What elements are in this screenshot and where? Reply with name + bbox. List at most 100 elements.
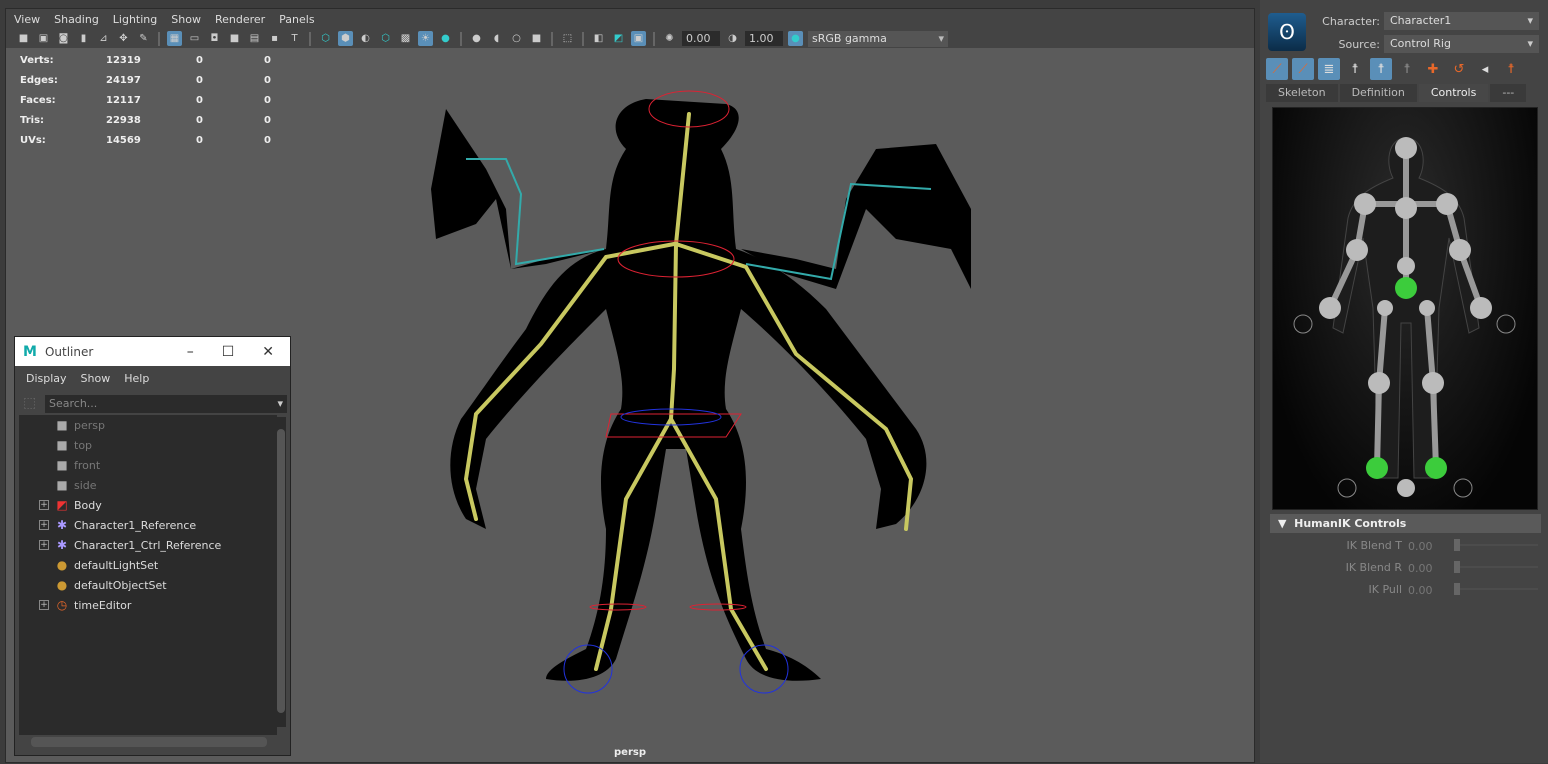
skeleton-rib-icon[interactable]: ≣ <box>1318 58 1340 80</box>
outliner-item[interactable]: ● defaultObjectSet <box>19 575 277 595</box>
shadows-icon[interactable]: ● <box>438 31 453 46</box>
xray-active-icon[interactable]: ◩ <box>611 31 626 46</box>
outliner-item[interactable]: + ◷ timeEditor <box>19 595 277 615</box>
expand-button[interactable]: + <box>39 500 49 510</box>
menu-help[interactable]: Help <box>124 372 149 385</box>
gamma-icon[interactable]: ◑ <box>725 31 740 46</box>
humanik-controls-section[interactable]: ▼ HumanIK Controls <box>1270 514 1541 533</box>
expand-button[interactable]: + <box>39 540 49 550</box>
lock-camera-icon[interactable]: ▣ <box>36 31 51 46</box>
pin-translation-icon[interactable]: ✚ <box>1422 58 1444 80</box>
release-pinning-icon[interactable]: ◂ <box>1474 58 1496 80</box>
scroll-thumb[interactable] <box>277 429 285 713</box>
camera-icon[interactable]: ■ <box>16 31 31 46</box>
safe-title-icon[interactable]: T <box>287 31 302 46</box>
isolate-select-icon[interactable]: ⬚ <box>560 31 575 46</box>
stat-value: 0 <box>264 134 271 146</box>
control-label: IK Blend T <box>1346 539 1403 552</box>
expand-button[interactable]: + <box>39 600 49 610</box>
image-plane-icon[interactable]: ⊿ <box>96 31 111 46</box>
create-skeleton-icon[interactable]: ⟋ <box>1266 58 1288 80</box>
field-chart-icon[interactable]: ▤ <box>247 31 262 46</box>
exposure-icon[interactable]: ✺ <box>662 31 677 46</box>
source-select[interactable]: Control Rig <box>1384 35 1539 53</box>
safe-action-icon[interactable]: ▪ <box>267 31 282 46</box>
wireframe-icon[interactable]: ⬡ <box>318 31 333 46</box>
define-skeleton-icon[interactable]: ⟋ <box>1292 58 1314 80</box>
view-transform-select[interactable]: sRGB gamma <box>808 30 948 47</box>
anti-aliasing-icon[interactable]: ○ <box>509 31 524 46</box>
maximize-button[interactable]: ☐ <box>222 344 235 360</box>
xray-icon[interactable]: ◧ <box>591 31 606 46</box>
outliner-window: M Outliner – ☐ ✕ Display Show Help ⬚ Searc… <box>14 336 291 756</box>
control-value[interactable]: 0.00 <box>1408 562 1433 575</box>
pin-rotation-icon[interactable]: ↺ <box>1448 58 1470 80</box>
menu-panels[interactable]: Panels <box>279 13 314 26</box>
film-gate-icon[interactable]: ▭ <box>187 31 202 46</box>
control-value[interactable]: 0.00 <box>1408 584 1433 597</box>
tab-more[interactable]: --- <box>1490 84 1527 102</box>
full-body-icon[interactable]: ☨ <box>1344 58 1366 80</box>
outliner-item[interactable]: ■ front <box>19 455 277 475</box>
tab-definition[interactable]: Definition <box>1339 84 1417 102</box>
close-button[interactable]: ✕ <box>262 344 274 360</box>
menu-show[interactable]: Show <box>171 13 201 26</box>
depth-of-field-icon[interactable]: ■ <box>529 31 544 46</box>
minimize-button[interactable]: – <box>187 344 194 360</box>
camera-attributes-icon[interactable]: ◙ <box>56 31 71 46</box>
humanik-menu-button[interactable]: ʘ <box>1268 13 1306 51</box>
outliner-title-bar[interactable]: M Outliner – ☐ ✕ <box>15 337 290 366</box>
control-value[interactable]: 0.00 <box>1408 540 1433 553</box>
source-label: Source: <box>1338 38 1381 51</box>
expand-button[interactable]: + <box>39 520 49 530</box>
menu-display[interactable]: Display <box>26 372 67 385</box>
tab-controls[interactable]: Controls <box>1418 84 1489 102</box>
menu-show[interactable]: Show <box>81 372 111 385</box>
selection-icon[interactable]: ☨ <box>1396 58 1418 80</box>
ik-blend-t-row: IK Blend T 0.00 <box>1260 536 1548 556</box>
default-material-icon[interactable]: ◐ <box>358 31 373 46</box>
search-input[interactable]: Search... <box>45 395 287 413</box>
textured-icon[interactable]: ▩ <box>398 31 413 46</box>
resolution-gate-icon[interactable]: ◘ <box>207 31 222 46</box>
menu-lighting[interactable]: Lighting <box>113 13 157 26</box>
character-select[interactable]: Character1 <box>1384 12 1539 30</box>
filter-icon[interactable]: ⬚ <box>23 395 36 411</box>
menu-renderer[interactable]: Renderer <box>215 13 265 26</box>
outliner-item[interactable]: + ✱ Character1_Reference <box>19 515 277 535</box>
body-part-icon[interactable]: ☨ <box>1370 58 1392 80</box>
grid-icon[interactable]: ▦ <box>167 31 182 46</box>
menu-shading[interactable]: Shading <box>54 13 99 26</box>
gate-mask-icon[interactable]: ■ <box>227 31 242 46</box>
xray-joints-icon[interactable]: ▣ <box>631 31 646 46</box>
maya-logo: M <box>23 343 37 360</box>
exposure-field[interactable]: 0.00 <box>682 31 720 46</box>
smooth-shade-icon[interactable]: ⬢ <box>338 31 353 46</box>
grease-pencil-icon[interactable]: ✎ <box>136 31 151 46</box>
wireframe-on-shaded-icon[interactable]: ⬡ <box>378 31 393 46</box>
outliner-item[interactable]: ■ persp <box>19 415 277 435</box>
outliner-item[interactable]: ■ top <box>19 435 277 455</box>
expand-arrow-icons[interactable] <box>1293 314 1516 498</box>
gamma-field[interactable]: 1.00 <box>745 31 783 46</box>
slider-track[interactable] <box>1460 566 1538 568</box>
section-title: HumanIK Controls <box>1294 517 1407 530</box>
use-all-lights-icon[interactable]: ☀ <box>418 31 433 46</box>
ambient-occlusion-icon[interactable]: ● <box>469 31 484 46</box>
bookmark-icon[interactable]: ▮ <box>76 31 91 46</box>
outliner-item[interactable]: + ✱ Character1_Ctrl_Reference <box>19 535 277 555</box>
outliner-item[interactable]: + ◩ Body <box>19 495 277 515</box>
color-management-icon[interactable]: ● <box>788 31 803 46</box>
slider-track[interactable] <box>1460 544 1538 546</box>
stance-pose-icon[interactable]: ☨ <box>1500 58 1522 80</box>
tab-skeleton[interactable]: Skeleton <box>1266 84 1338 102</box>
motion-blur-icon[interactable]: ◖ <box>489 31 504 46</box>
divider <box>460 31 462 46</box>
2d-pan-zoom-icon[interactable]: ✥ <box>116 31 131 46</box>
slider-track[interactable] <box>1460 588 1538 590</box>
horizontal-scrollbar[interactable] <box>31 737 267 747</box>
menu-view[interactable]: View <box>14 13 40 26</box>
vertical-scrollbar[interactable] <box>276 417 286 727</box>
outliner-item[interactable]: ● defaultLightSet <box>19 555 277 575</box>
outliner-item[interactable]: ■ side <box>19 475 277 495</box>
